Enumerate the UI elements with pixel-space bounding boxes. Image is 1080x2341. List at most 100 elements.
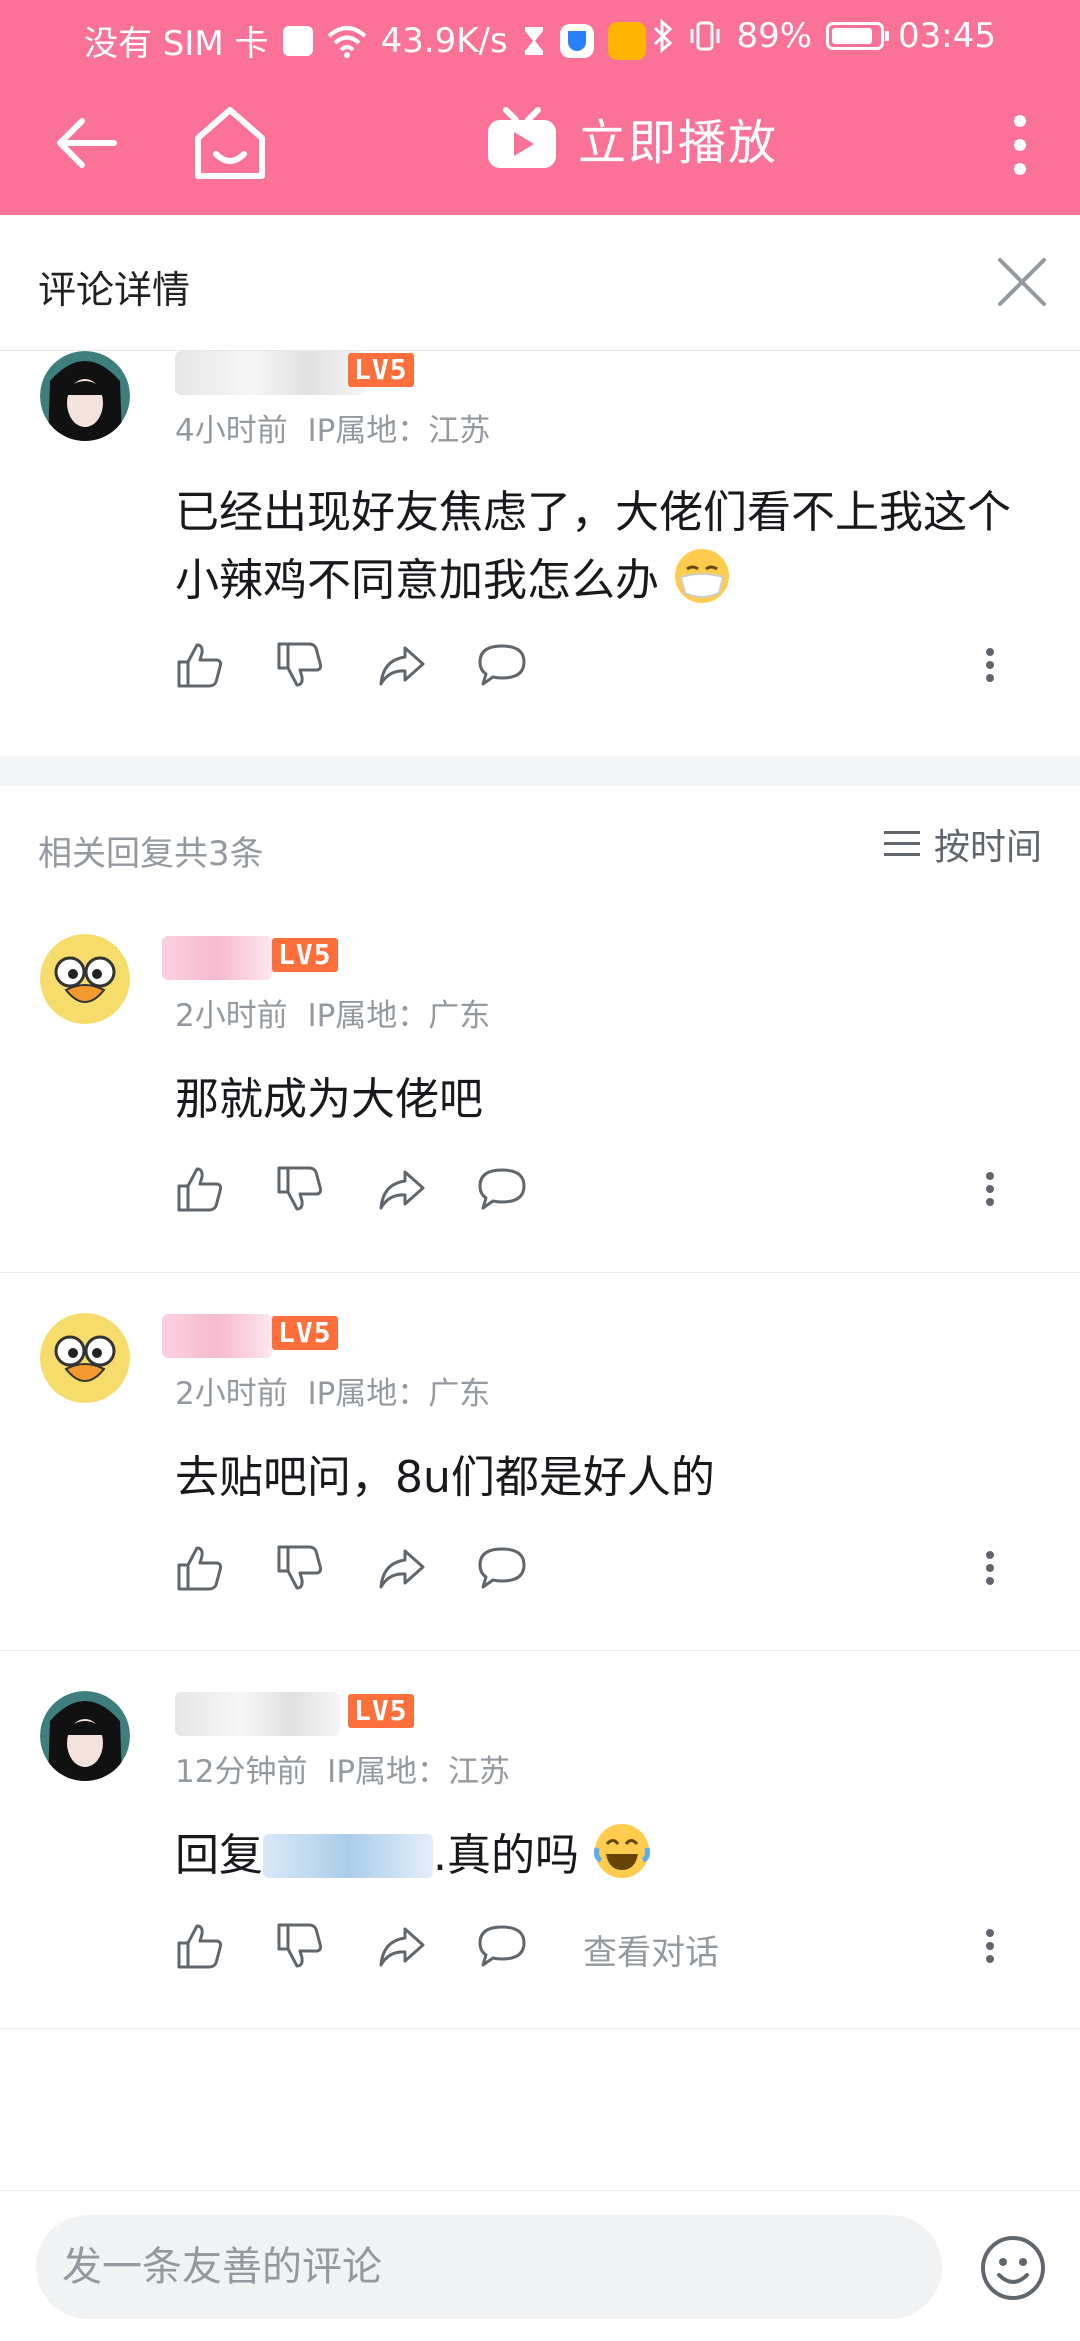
level-badge: LV5 [348, 1694, 414, 1728]
home-icon[interactable] [190, 100, 270, 185]
sort-label: 按时间 [933, 827, 1042, 868]
close-icon[interactable] [994, 254, 1050, 310]
reply-icon[interactable] [477, 640, 527, 690]
avatar[interactable] [40, 351, 130, 441]
divider [0, 1650, 1080, 1651]
share-icon[interactable] [377, 1164, 427, 1214]
level-badge: LV5 [272, 1316, 338, 1350]
wifi-icon [327, 25, 366, 58]
level-badge: LV5 [348, 353, 414, 387]
battery-icon [826, 22, 890, 50]
status-bar: 没有 SIM 卡 43.9K/s 89% 03:45 [0, 0, 1080, 75]
back-arrow-icon[interactable] [52, 103, 122, 183]
comment-text: 那就成为大佬吧 [175, 1074, 483, 1125]
comment-actions: 查看对话 [175, 1921, 1045, 1981]
play-now-button[interactable]: 立即播放 [486, 103, 778, 173]
laughing-emoji-icon [594, 1824, 650, 1878]
play-now-label: 立即播放 [578, 115, 779, 171]
reply-item: LV5 2小时前 IP属地：广东 去贴吧问，8u们都是好人的 [0, 1310, 1080, 1650]
comment-more-icon[interactable] [975, 1921, 1005, 1971]
username-redacted[interactable] [175, 351, 365, 395]
sort-list-icon [883, 829, 920, 859]
reply-item: LV5 12分钟前 IP属地：江苏 回复 .真的吗 查看对话 [0, 1688, 1080, 2028]
comment-meta: 12分钟前 IP属地：江苏 [175, 1746, 510, 1791]
reply-prefix: 回复 [175, 1830, 263, 1881]
more-menu-icon[interactable] [1000, 105, 1040, 185]
like-icon[interactable] [175, 640, 225, 690]
reply-icon[interactable] [477, 1543, 527, 1593]
avatar[interactable] [40, 1313, 130, 1403]
title-bar: 立即播放 [0, 75, 1080, 215]
comment-actions [175, 1543, 1045, 1603]
section-gap [0, 756, 1080, 786]
share-icon[interactable] [377, 1543, 427, 1593]
like-icon[interactable] [175, 1164, 225, 1214]
dislike-icon[interactable] [275, 1543, 325, 1593]
comment-more-icon[interactable] [975, 640, 1005, 690]
reply-icon[interactable] [477, 1921, 527, 1971]
status-left: 没有 SIM 卡 43.9K/s [84, 16, 646, 65]
comment-meta: 2小时前 IP属地：广东 [175, 990, 490, 1035]
level-badge: LV5 [272, 938, 338, 972]
avatar[interactable] [40, 934, 130, 1024]
reply-icon[interactable] [477, 1164, 527, 1214]
comment-meta: 4小时前 IP属地：江苏 [175, 405, 490, 450]
view-conversation-link[interactable]: 查看对话 [583, 1925, 719, 1974]
username-redacted[interactable] [162, 1314, 272, 1358]
dislike-icon[interactable] [275, 1921, 325, 1971]
comment-time: 12分钟前 [175, 1754, 308, 1790]
dislike-icon[interactable] [275, 640, 325, 690]
tv-play-icon [488, 107, 556, 168]
username-redacted[interactable] [175, 1692, 340, 1736]
comment-more-icon[interactable] [975, 1543, 1005, 1593]
clock: 03:45 [898, 16, 996, 56]
mask-face-emoji-icon [675, 549, 729, 603]
comment-text: 回复 .真的吗 [175, 1822, 1045, 1890]
comment-ip: IP属地：广东 [307, 1376, 491, 1412]
comment-input[interactable] [36, 2215, 942, 2319]
replies-count: 相关回复共3条 [38, 834, 264, 874]
comment-text-body: 已经出现好友焦虑了，大佬们看不上我这个小辣鸡不同意加我怎么办 [175, 487, 1011, 606]
bluetooth-icon [654, 19, 673, 53]
network-speed: 43.9K/s [380, 20, 508, 61]
mentioned-user-redacted[interactable] [263, 1834, 433, 1878]
replies-header: 相关回复共3条 按时间 [0, 786, 1080, 896]
comment-time: 2小时前 [175, 1376, 288, 1412]
comment-meta: 2小时前 IP属地：广东 [175, 1368, 490, 1413]
share-icon[interactable] [377, 1921, 427, 1971]
divider [0, 1272, 1080, 1273]
page-title: 评论详情 [38, 268, 191, 312]
app-header: 没有 SIM 卡 43.9K/s 89% 03:45 立即播放 [0, 0, 1080, 215]
reply-item: LV5 2小时前 IP属地：广东 那就成为大佬吧 [0, 930, 1080, 1272]
comment-time: 2小时前 [175, 998, 288, 1034]
comment-actions [175, 1164, 1045, 1224]
username-redacted[interactable] [162, 936, 272, 980]
comment-ip: IP属地：江苏 [307, 413, 491, 449]
comment-time: 4小时前 [175, 413, 288, 449]
avatar[interactable] [40, 1691, 130, 1781]
emoji-picker-icon[interactable] [978, 2233, 1048, 2303]
like-icon[interactable] [175, 1543, 225, 1593]
game-app-icon [607, 21, 646, 60]
dislike-icon[interactable] [275, 1164, 325, 1214]
comment-text: 去贴吧问，8u们都是好人的 [175, 1452, 715, 1503]
share-icon[interactable] [377, 640, 427, 690]
comment-text: 已经出现好友焦虑了，大佬们看不上我这个小辣鸡不同意加我怎么办 [175, 479, 1045, 615]
root-comment-actions [175, 640, 1045, 700]
comment-detail-header: 评论详情 [0, 215, 1080, 351]
divider [0, 2028, 1080, 2029]
battery-percent: 89% [736, 16, 813, 56]
sort-by-time-button[interactable]: 按时间 [883, 818, 1042, 870]
sim-alert-icon [282, 25, 313, 56]
comment-ip: IP属地：广东 [307, 998, 491, 1034]
like-icon[interactable] [175, 1921, 225, 1971]
vibrate-icon [690, 21, 720, 51]
comment-input-bar [0, 2190, 1080, 2341]
hourglass-icon [524, 26, 543, 55]
reply-body: .真的吗 [433, 1830, 579, 1881]
status-right: 89% 03:45 [652, 16, 996, 56]
shield-app-icon [559, 23, 594, 58]
comment-more-icon[interactable] [975, 1164, 1005, 1214]
comment-ip: IP属地：江苏 [327, 1754, 511, 1790]
carrier-text: 没有 SIM 卡 [84, 24, 269, 64]
